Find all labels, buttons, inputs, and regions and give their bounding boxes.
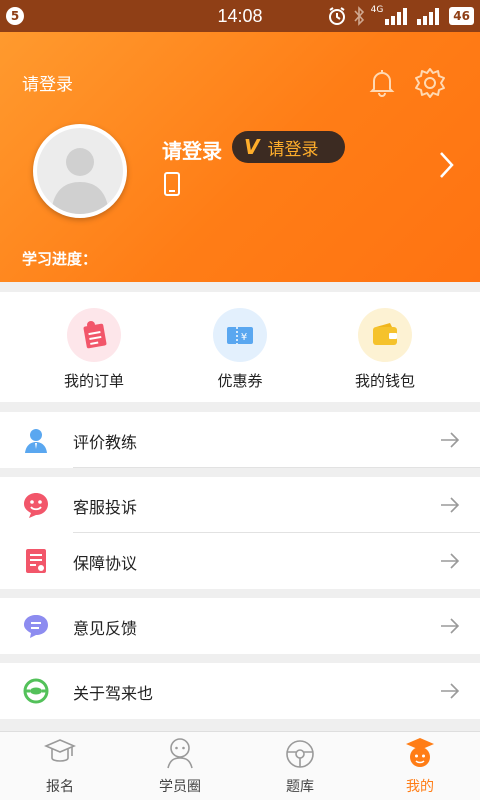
study-progress-label: 学习进度： [22,250,98,268]
menu-row-rate-coach[interactable]: 评价教练 [0,412,480,468]
phone-icon [164,172,180,196]
status-bar: 5 14:08 4G 46 [0,0,480,32]
quick-action-orders[interactable]: 我的订单 [34,308,154,391]
bottom-nav: 报名 学员圈 题库 我的 [0,731,480,800]
quick-action-label: 我的订单 [63,372,124,390]
menu-label: 意见反馈 [73,619,138,638]
graduation-cap-icon [44,739,76,762]
quick-action-label: 我的钱包 [354,372,415,390]
profile-icon [406,738,434,767]
bell-icon[interactable] [366,66,398,98]
student-circle-icon [167,738,193,769]
nav-signup[interactable]: 报名 [0,732,120,800]
menu-row-feedback[interactable]: 意见反馈 [0,598,480,654]
about-icon [23,678,49,704]
alarm-icon [328,7,345,25]
user-name[interactable]: 请登录 [162,135,222,164]
divider [73,467,480,468]
nav-label: 我的 [406,779,434,795]
feedback-icon [24,615,48,638]
wallet-icon [358,308,412,362]
bluetooth-icon [353,6,364,26]
arrow-right-icon [441,618,460,634]
status-icons: 4G 46 [327,5,474,27]
arrow-right-icon [441,683,460,699]
nav-label: 学员圈 [159,779,201,795]
quick-action-label: 优惠券 [217,372,263,390]
svg-text:¥: ¥ [241,332,247,343]
steering-wheel-icon [286,740,314,768]
menu-row-service[interactable]: 客服投诉 [0,477,480,533]
header-login-link[interactable]: 请登录 [22,70,73,95]
chevron-right-icon[interactable] [437,150,457,180]
menu-label: 客服投诉 [73,498,138,517]
menu-label: 保障协议 [73,554,138,573]
menu-row-about[interactable]: 关于驾来也 [0,663,480,719]
nav-students[interactable]: 学员圈 [120,732,240,800]
nav-mine[interactable]: 我的 [360,732,480,800]
profile-header: 请登录 请登录 V 请登录 学习进度： [0,32,480,282]
battery-icon: 46 [449,7,474,25]
order-icon [67,308,121,362]
quick-action-coupons[interactable]: ¥ 优惠券 [180,308,300,391]
vip-label: 请登录 [267,139,319,160]
vip-badge[interactable]: V 请登录 [232,131,345,163]
arrow-right-icon [441,553,460,569]
avatar[interactable] [33,124,127,218]
agreement-icon [26,549,46,573]
default-avatar-icon [51,148,109,214]
signal-icon [385,8,408,25]
signal-icon-2 [417,8,440,25]
nav-label: 题库 [286,779,314,795]
vip-letter: V [244,135,260,159]
menu-label: 关于驾来也 [73,684,154,703]
quick-action-wallet[interactable]: 我的钱包 [325,308,445,391]
network-label: 4G [370,5,384,15]
arrow-right-icon [441,432,460,448]
quick-actions: 我的订单 ¥ 优惠券 我的钱包 [0,292,480,402]
arrow-right-icon [441,497,460,513]
coupon-icon: ¥ [213,308,267,362]
menu-row-agreement[interactable]: 保障协议 [0,533,480,589]
coach-icon [25,429,47,453]
menu-label: 评价教练 [73,433,138,452]
nav-question-bank[interactable]: 题库 [240,732,360,800]
service-icon [24,493,48,518]
nav-label: 报名 [46,779,74,795]
gear-icon[interactable] [413,66,447,100]
